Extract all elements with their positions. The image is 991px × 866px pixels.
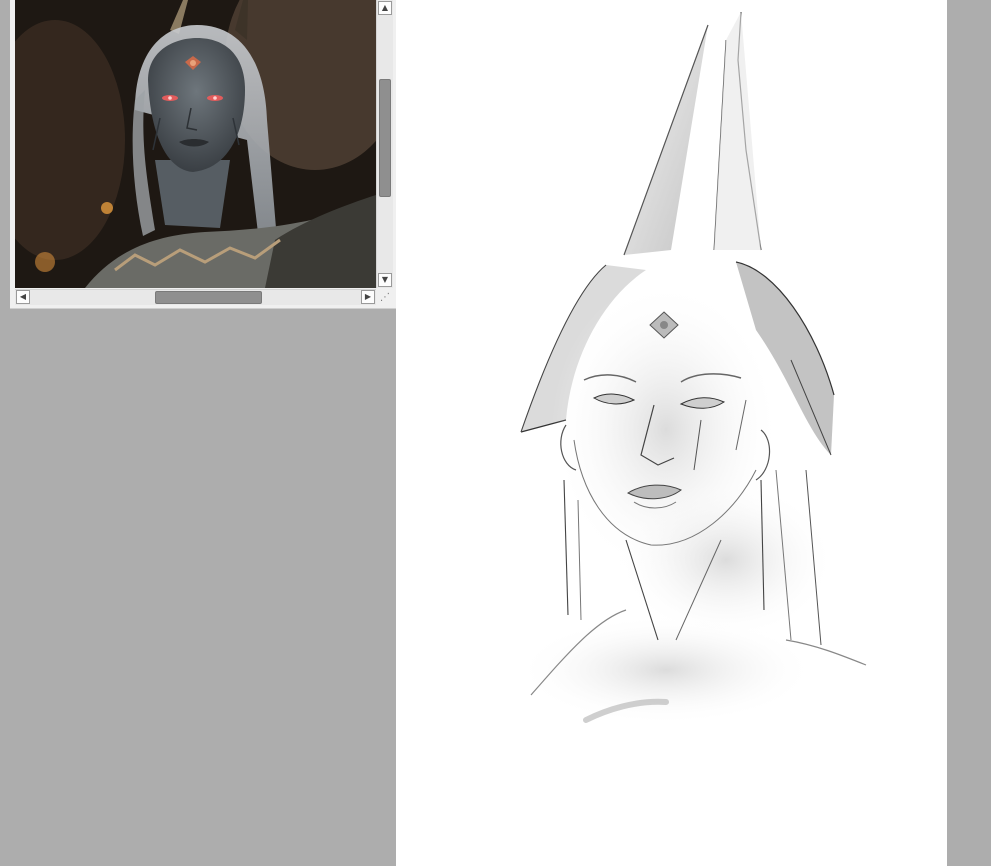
- reference-window[interactable]: ▲ ▼ ◀ ▶ ⋰: [10, 0, 397, 309]
- drawing-canvas[interactable]: [396, 0, 947, 866]
- workspace: ▲ ▼ ◀ ▶ ⋰: [0, 0, 991, 866]
- horizontal-scroll-thumb[interactable]: [155, 291, 262, 304]
- reference-photo: [15, 0, 376, 288]
- sketch-artwork: [516, 11, 867, 725]
- scroll-left-icon: ◀: [19, 292, 27, 301]
- scroll-down-icon: ▼: [381, 275, 389, 284]
- vertical-scroll-thumb[interactable]: [379, 79, 391, 197]
- scroll-up-icon: ▲: [381, 3, 389, 12]
- horizontal-scrollbar[interactable]: ◀ ▶: [15, 289, 376, 305]
- scroll-down-button[interactable]: ▼: [378, 273, 392, 287]
- vertical-scrollbar[interactable]: ▲ ▼: [376, 0, 393, 288]
- resize-grip-icon[interactable]: ⋰: [378, 291, 392, 305]
- scroll-left-button[interactable]: ◀: [16, 290, 30, 304]
- reference-image-viewport[interactable]: [15, 0, 376, 288]
- scroll-up-button[interactable]: ▲: [378, 1, 392, 15]
- scroll-right-icon: ▶: [364, 292, 372, 301]
- scroll-right-button[interactable]: ▶: [361, 290, 375, 304]
